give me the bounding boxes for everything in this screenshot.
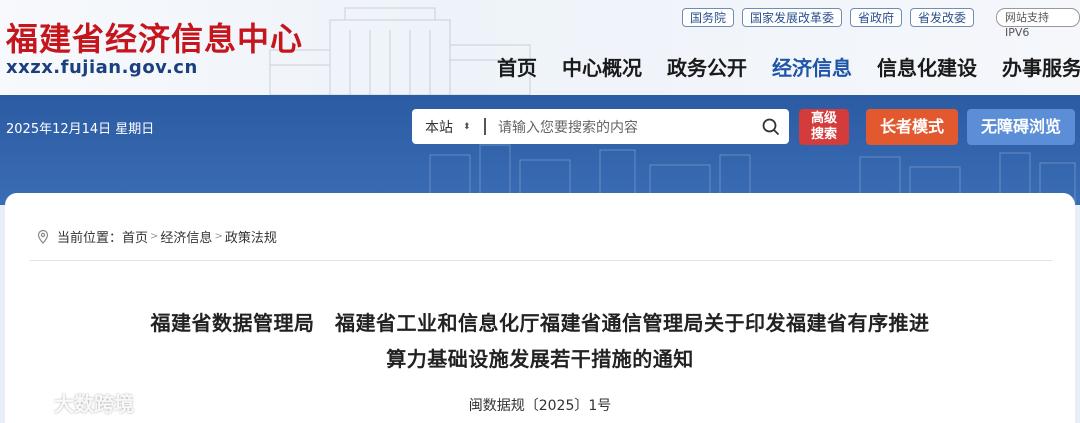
nav-item-economic-info[interactable]: 经济信息	[772, 52, 852, 81]
document-number: 闽数据规〔2025〕1号	[468, 398, 612, 414]
article-title-line-1: 福建省数据管理局 福建省工业和信息化厅福建省通信管理局关于印发福建省有序推进	[150, 311, 930, 335]
chevron-right-icon: >	[150, 231, 159, 242]
watermark-text: 大数跨境	[54, 392, 134, 416]
search-input[interactable]: 请输入您要搜索的内容	[498, 117, 753, 137]
watermark: 大数跨境	[10, 388, 134, 417]
breadcrumb: 当前位置： 首页 > 经济信息 > 政策法规	[35, 227, 277, 246]
nav-item-gov-affairs[interactable]: 政务公开	[667, 52, 747, 81]
advanced-search-label-2: 搜索	[810, 127, 837, 142]
nav-item-overview[interactable]: 中心概况	[562, 52, 642, 81]
nav-item-services[interactable]: 办事服务	[1002, 52, 1080, 81]
watermark-logo-icon	[12, 392, 43, 413]
accessible-browse-button[interactable]: 无障碍浏览	[967, 109, 1075, 145]
content-card: 当前位置： 首页 > 经济信息 > 政策法规 福建省数据管理局 福建省工业和信息…	[5, 193, 1075, 423]
search-divider	[484, 118, 486, 135]
top-link-ndrc[interactable]: 国家发展改革委	[742, 8, 843, 27]
site-title[interactable]: 福建省经济信息中心	[6, 14, 303, 60]
top-link-province-gov[interactable]: 省政府	[850, 8, 903, 27]
search-icon[interactable]	[753, 109, 789, 144]
article-title-line-2: 算力基础设施发展若干措施的通知	[386, 347, 694, 371]
chevron-right-icon: >	[214, 231, 223, 242]
breadcrumb-home[interactable]: 首页	[122, 227, 148, 246]
advanced-search-button[interactable]: 高级 搜索	[799, 109, 849, 145]
search-scope-label: 本站	[425, 119, 453, 136]
divider	[30, 260, 1052, 261]
breadcrumb-economic-info[interactable]: 经济信息	[160, 227, 212, 246]
site-header: 福建省经济信息中心 xxzx.fujian.gov.cn 国务院 国家发展改革委…	[0, 0, 1080, 95]
top-link-state-council[interactable]: 国务院	[682, 8, 735, 27]
nav-item-home[interactable]: 首页	[497, 52, 537, 81]
elder-mode-button[interactable]: 长者模式	[866, 109, 958, 145]
search-box: 本站 ⬍ 请输入您要搜索的内容	[412, 109, 789, 144]
location-pin-icon	[37, 229, 49, 244]
site-domain: xxzx.fujian.gov.cn	[6, 57, 198, 78]
search-band: 2025年12月14日 星期日 本站 ⬍ 请输入您要搜索的内容 高级 搜索 长者…	[0, 95, 1080, 205]
ipv6-badge: 网站支持IPV6	[996, 8, 1080, 39]
breadcrumb-prefix: 当前位置：	[57, 231, 123, 246]
main-nav: 首页 中心概况 政务公开 经济信息 信息化建设 办事服务	[497, 52, 1080, 81]
nav-item-informatization[interactable]: 信息化建设	[877, 52, 977, 81]
breadcrumb-policy[interactable]: 政策法规	[225, 227, 277, 246]
advanced-search-label-1: 高级	[810, 111, 837, 126]
top-link-province-drc[interactable]: 省发改委	[910, 8, 975, 27]
search-scope-select[interactable]: 本站 ⬍	[412, 117, 484, 137]
top-links: 国务院 国家发展改革委 省政府 省发改委	[682, 8, 982, 27]
current-date: 2025年12月14日 星期日	[6, 122, 155, 137]
sort-arrows-icon: ⬍	[463, 121, 471, 132]
